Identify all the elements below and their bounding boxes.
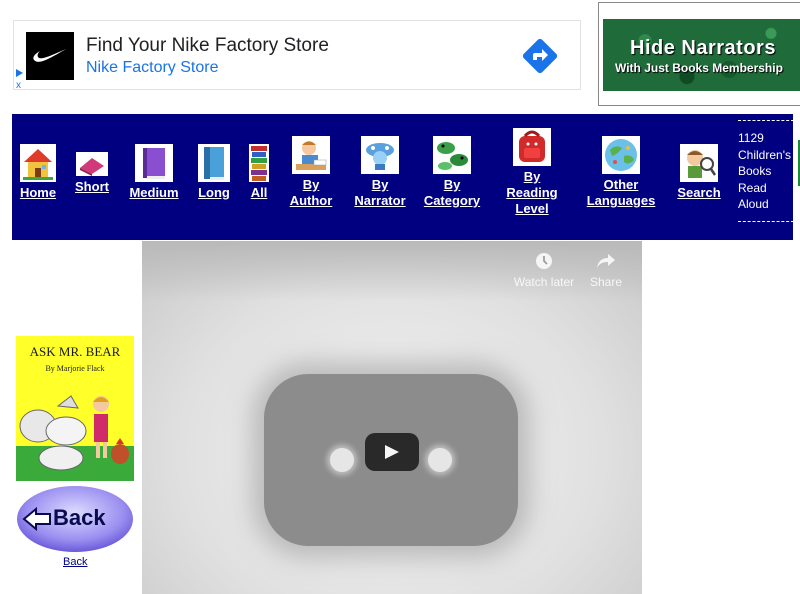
nav-by-author[interactable]: By Author — [288, 136, 334, 209]
medium-book-icon — [135, 144, 173, 182]
backpack-icon — [513, 128, 551, 166]
house-icon — [20, 144, 56, 182]
magnifier-boy-icon — [680, 144, 718, 182]
banner-line2: With Just Books Membership — [615, 61, 783, 75]
book-cover: ASK MR. BEAR By Marjorie Flack — [16, 336, 134, 481]
share-label: Share — [589, 275, 623, 289]
nav-medium[interactable]: Medium — [128, 144, 180, 201]
nike-swoosh-icon — [26, 32, 74, 80]
ad-banner[interactable]: Find Your Nike Factory Store Nike Factor… — [13, 20, 581, 91]
ad-advertiser[interactable]: Nike Factory Store — [86, 59, 218, 77]
nav-home[interactable]: Home — [18, 144, 58, 201]
hide-narrators-banner[interactable]: Hide Narrators With Just Books Membershi… — [598, 2, 800, 106]
nav-by-narrator[interactable]: By Narrator — [352, 136, 408, 209]
ad-headline[interactable]: Find Your Nike Factory Store — [86, 35, 329, 57]
animals-icon — [433, 136, 471, 174]
globe-icon — [602, 136, 640, 174]
watch-later-label: Watch later — [513, 275, 575, 289]
adchoices-icon[interactable]: x — [15, 67, 25, 91]
nav-search[interactable]: Search — [674, 144, 724, 201]
cover-illustration — [16, 395, 134, 481]
video-player[interactable]: Watch later Share — [142, 241, 642, 594]
back-link[interactable]: Back — [63, 556, 87, 568]
thumbnail-dot-left — [330, 448, 354, 472]
watch-later-button[interactable]: Watch later — [509, 251, 579, 289]
nav-other-languages[interactable]: Other Languages — [584, 136, 658, 209]
clock-icon — [536, 253, 552, 269]
thick-book-icon — [198, 144, 230, 182]
nav-all[interactable]: All — [248, 144, 270, 201]
play-icon — [385, 445, 399, 459]
share-arrow-icon — [597, 254, 615, 268]
book-count: 1129 Children's Books Read Aloud — [738, 120, 794, 222]
author-writing-icon — [292, 136, 330, 174]
category-nav-bar: Home Short Medium Long All By Author By … — [12, 114, 800, 240]
thumbnail-dot-right — [428, 448, 452, 472]
nav-long[interactable]: Long — [197, 144, 231, 201]
nav-by-reading-level[interactable]: By Reading Level — [504, 128, 560, 217]
banner-line1: Hide Narrators — [630, 37, 776, 59]
narrator-icon — [361, 136, 399, 174]
thin-book-icon — [76, 152, 108, 176]
book-stack-icon — [249, 144, 269, 182]
nav-short[interactable]: Short — [74, 152, 110, 195]
directions-arrow-icon[interactable] — [522, 38, 558, 74]
share-button[interactable]: Share — [571, 251, 641, 289]
play-button[interactable] — [365, 433, 419, 471]
svg-text:x: x — [16, 80, 21, 89]
back-button[interactable]: Back — [16, 485, 134, 553]
back-button-label: Back — [53, 505, 106, 530]
nav-by-category[interactable]: By Category — [422, 136, 482, 209]
banner-background: Hide Narrators With Just Books Membershi… — [603, 19, 800, 91]
